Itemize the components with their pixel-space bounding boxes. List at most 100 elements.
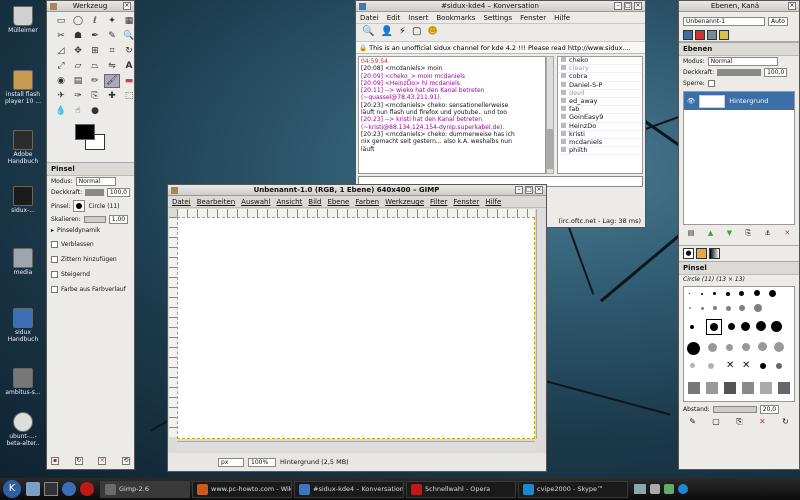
gimp-menu-7[interactable]: Werkzeuge xyxy=(385,198,424,206)
unit-select[interactable]: px xyxy=(218,457,244,467)
connect-icon[interactable]: 🔍 xyxy=(362,26,374,39)
desktop-icon-adobe-manual[interactable]: Adobe Handbuch xyxy=(2,130,44,165)
brush-dynamics-expander[interactable]: ▸ Pinseldynamik xyxy=(47,225,134,236)
minimize-button[interactable]: – xyxy=(515,186,523,194)
user-icon[interactable]: 👤 xyxy=(380,26,392,39)
chat-scrollbar[interactable] xyxy=(546,56,554,174)
color-picker-tool[interactable]: ✎ xyxy=(104,29,120,43)
nick-list-item[interactable]: philth xyxy=(558,146,642,156)
paths-tool[interactable]: ✒ xyxy=(87,29,103,43)
smiley-icon[interactable]: ☻ xyxy=(427,26,437,39)
task-opera[interactable]: Schnellwahl - Opera xyxy=(406,480,516,498)
gimp-menu-3[interactable]: Ansicht xyxy=(276,198,302,206)
smudge-tool[interactable]: ☝ xyxy=(70,104,86,118)
anchor-layer-icon[interactable]: ⚓ xyxy=(765,229,771,239)
gimp-menu-6[interactable]: Farben xyxy=(355,198,379,206)
measure-tool[interactable]: ◿ xyxy=(53,44,69,58)
foreground-select-tool[interactable]: ☗ xyxy=(70,29,86,43)
ellipse-select-tool[interactable]: ◯ xyxy=(70,14,86,28)
new-layer-icon[interactable]: ▤ xyxy=(688,229,695,239)
desktop-icon-media[interactable]: media xyxy=(2,248,44,276)
blend-tool[interactable]: ▤ xyxy=(70,74,86,88)
duplicate-layer-icon[interactable]: ⎘ xyxy=(746,229,752,239)
gimp-menu-2[interactable]: Auswahl xyxy=(241,198,270,206)
brush-grid[interactable]: ✕ ✕ xyxy=(683,286,795,402)
blur-tool[interactable]: 💧 xyxy=(53,104,69,118)
save-options-button[interactable]: ▪ xyxy=(51,457,59,465)
lock-checkbox[interactable] xyxy=(707,80,715,87)
gimp-menu-4[interactable]: Bild xyxy=(308,198,321,206)
reset-options-button[interactable]: ⟲ xyxy=(121,457,130,465)
duplicate-brush-icon[interactable]: ⎘ xyxy=(736,417,742,427)
desktop-icon-ambitus[interactable]: ambitus-s... xyxy=(2,368,44,396)
edit-brush-icon[interactable]: ✎ xyxy=(689,417,696,427)
kv-menu-1[interactable]: Edit xyxy=(387,14,401,22)
layer-mode-select[interactable]: Normal xyxy=(707,57,778,66)
rotate-tool[interactable]: ↻ xyxy=(121,44,134,58)
minimize-button[interactable]: – xyxy=(614,2,622,10)
server-icon[interactable]: ⚡ xyxy=(399,26,406,39)
mode-select[interactable]: Normal xyxy=(75,177,116,186)
airbrush-tool[interactable]: ✈ xyxy=(53,89,69,103)
desktop-icon-ubuntu[interactable]: ubunt-...-beta-alter.. xyxy=(2,412,44,447)
rect-select-tool[interactable]: ▭ xyxy=(53,14,69,28)
kde-menu-icon[interactable]: K xyxy=(3,480,21,498)
shear-tool[interactable]: ▱ xyxy=(70,59,86,73)
option-fade[interactable]: Verblassen xyxy=(47,239,134,250)
perspective-clone-tool[interactable]: ⬚ xyxy=(121,89,134,103)
delete-layer-icon[interactable]: ✕ xyxy=(784,229,790,239)
image-select[interactable]: Unbenannt-1 xyxy=(683,16,765,26)
fg-bg-colors[interactable] xyxy=(75,124,134,162)
paths-tab-icon[interactable] xyxy=(707,30,717,40)
gimp-menu-1[interactable]: Bearbeiten xyxy=(197,198,235,206)
brush-preview[interactable] xyxy=(73,200,86,212)
fuzzy-select-tool[interactable]: ✦ xyxy=(104,14,120,28)
spacing-value[interactable]: 20,0 xyxy=(759,405,780,414)
vertical-scrollbar[interactable] xyxy=(536,209,545,439)
layer-row[interactable]: 👁 Hintergrund xyxy=(684,92,794,110)
gimp-menu-9[interactable]: Fenster xyxy=(453,198,479,206)
kv-menu-2[interactable]: Insert xyxy=(408,14,428,22)
quicklaunch-terminal-icon[interactable] xyxy=(44,482,58,496)
kv-menu-6[interactable]: Hilfe xyxy=(554,14,570,22)
clone-tool[interactable]: ⎘ xyxy=(87,89,103,103)
quicklaunch-home-icon[interactable] xyxy=(26,482,40,496)
move-tool[interactable]: ✥ xyxy=(70,44,86,58)
delete-brush-icon[interactable]: ✕ xyxy=(759,417,766,427)
horizontal-scrollbar[interactable] xyxy=(177,441,535,450)
undo-tab-icon[interactable] xyxy=(719,30,729,40)
pencil-tool[interactable]: ✏ xyxy=(87,74,103,88)
visibility-eye-icon[interactable]: 👁 xyxy=(687,97,695,105)
tray-network-icon[interactable] xyxy=(664,484,674,494)
task-browser[interactable]: www.pc-howto.com - Wiki... xyxy=(192,480,292,498)
document-icon[interactable]: ▢ xyxy=(412,26,421,39)
restore-options-button[interactable]: ↻ xyxy=(74,457,83,465)
zoom-select[interactable]: 100% xyxy=(248,457,276,467)
paintbrush-tool[interactable]: 🖌 xyxy=(104,74,120,88)
scroll-thumb[interactable] xyxy=(547,129,553,169)
crop-tool[interactable]: ⌗ xyxy=(104,44,120,58)
align-tool[interactable]: ⊞ xyxy=(87,44,103,58)
color-select-tool[interactable]: ▦ xyxy=(121,14,134,28)
foreground-color-swatch[interactable] xyxy=(75,124,95,140)
kv-menu-3[interactable]: Bookmarks xyxy=(436,14,475,22)
quicklaunch-opera-icon[interactable] xyxy=(80,482,94,496)
image-window-titlebar[interactable]: Unbenannt-1.0 (RGB, 1 Ebene) 640x400 – G… xyxy=(168,185,546,196)
jitter-checkbox[interactable] xyxy=(51,256,58,263)
eraser-tool[interactable]: ▬ xyxy=(121,74,134,88)
patterns-tab-icon[interactable] xyxy=(696,248,707,259)
chat-log[interactable]: 04:59:54. [20:08] <mcdaniels> moin [20:09]… xyxy=(358,56,546,174)
kv-menu-0[interactable]: Datei xyxy=(360,14,379,22)
gimp-menu-0[interactable]: Datei xyxy=(172,198,191,206)
close-button[interactable]: × xyxy=(788,2,796,10)
image-canvas-area[interactable] xyxy=(177,217,535,439)
scale-slider[interactable] xyxy=(83,216,106,223)
toolbox-titlebar[interactable]: Werkzeug × xyxy=(47,1,134,12)
close-button[interactable]: × xyxy=(123,2,131,10)
zoom-tool[interactable]: 🔍 xyxy=(121,29,134,43)
task-konversation[interactable]: #sidux-kde4 – Konversation xyxy=(294,480,404,498)
task-skype[interactable]: cvipe2000 - Skype™ xyxy=(518,480,628,498)
option-jitter[interactable]: Zittern hinzufügen xyxy=(47,254,134,265)
task-gimp[interactable]: Gimp-2.6 xyxy=(100,480,190,498)
lower-layer-icon[interactable]: ▼ xyxy=(727,229,732,239)
